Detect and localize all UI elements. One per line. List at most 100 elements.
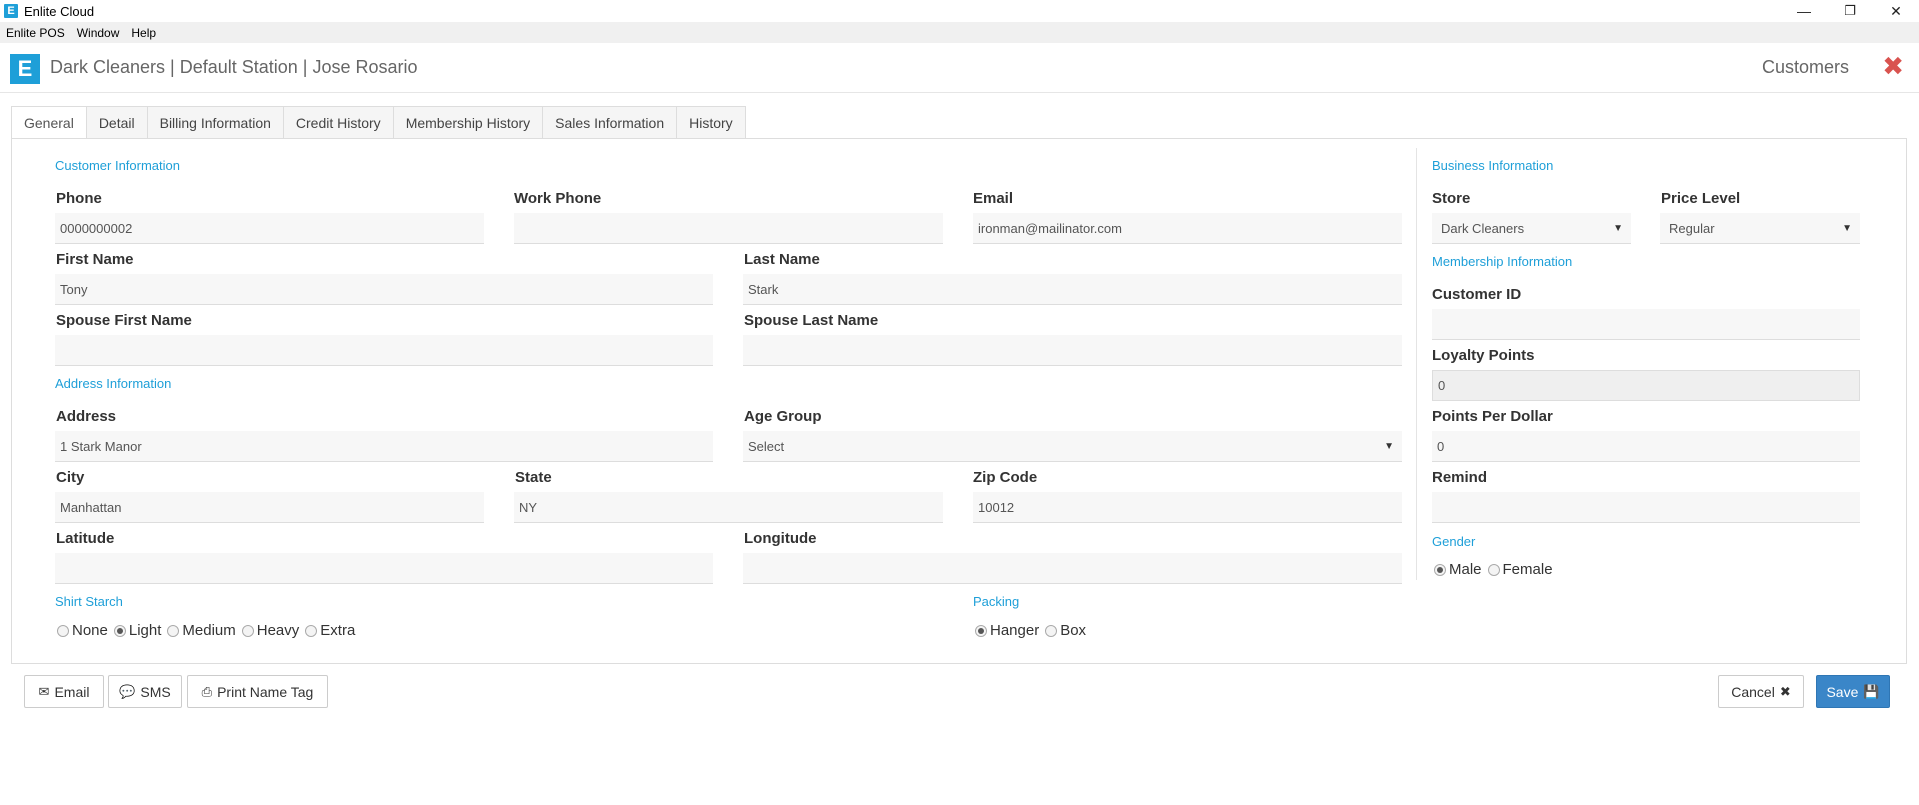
membership-info-heading: Membership Information bbox=[1432, 254, 1573, 269]
menu-bar: Enlite POS Window Help bbox=[0, 22, 1919, 43]
tab-sales-information[interactable]: Sales Information bbox=[542, 106, 677, 139]
radio-label: Male bbox=[1449, 561, 1482, 578]
spouse-last-name-input[interactable] bbox=[743, 335, 1402, 366]
radio-label: Light bbox=[128, 622, 162, 639]
menu-enlite-pos[interactable]: Enlite POS bbox=[0, 26, 71, 40]
latitude-input[interactable] bbox=[55, 553, 713, 584]
spouse-last-name-label: Spouse Last Name bbox=[744, 312, 879, 329]
latitude-label: Latitude bbox=[56, 530, 115, 547]
radio-circle bbox=[1045, 624, 1058, 637]
longitude-input[interactable] bbox=[743, 553, 1402, 584]
sms-button-label: SMS bbox=[140, 683, 171, 700]
starch-heavy-radio[interactable]: Heavy bbox=[241, 622, 300, 639]
starch-light-radio[interactable]: Light bbox=[113, 622, 162, 639]
customer-id-input[interactable] bbox=[1432, 309, 1860, 340]
radio-label: Extra bbox=[320, 622, 356, 639]
print-button-label: Print Name Tag bbox=[217, 683, 314, 700]
zip-code-input[interactable]: 10012 bbox=[973, 492, 1402, 523]
spouse-first-name-input[interactable] bbox=[55, 335, 713, 366]
print-name-tag-button[interactable]: ⎙ Print Name Tag bbox=[187, 675, 328, 708]
last-name-input[interactable]: Stark bbox=[743, 274, 1402, 305]
starch-extra-radio[interactable]: Extra bbox=[305, 622, 355, 639]
starch-medium-radio[interactable]: Medium bbox=[167, 622, 236, 639]
radio-circle bbox=[167, 624, 180, 637]
first-name-input[interactable]: Tony bbox=[55, 274, 713, 305]
price-level-select[interactable]: Regular ▼ bbox=[1660, 213, 1860, 244]
tab-history[interactable]: History bbox=[676, 106, 746, 139]
radio-label: Box bbox=[1060, 622, 1087, 639]
chat-bubble-icon: 💬 bbox=[119, 683, 136, 699]
phone-input[interactable]: 0000000002 bbox=[55, 213, 484, 244]
email-button-label: Email bbox=[54, 683, 90, 700]
minimize-button[interactable]: — bbox=[1781, 0, 1827, 22]
tab-credit-history[interactable]: Credit History bbox=[282, 106, 393, 139]
phone-label: Phone bbox=[56, 190, 102, 207]
restore-button[interactable]: ❐ bbox=[1827, 0, 1873, 22]
email-input[interactable]: ironman@mailinator.com bbox=[973, 213, 1402, 244]
work-phone-input[interactable] bbox=[514, 213, 943, 244]
age-group-value: Select bbox=[748, 438, 785, 454]
radio-circle bbox=[1434, 563, 1446, 576]
packing-box-radio[interactable]: Box bbox=[1045, 622, 1086, 639]
points-per-dollar-input[interactable]: 0 bbox=[1432, 431, 1860, 462]
floppy-disk-icon: 💾 bbox=[1863, 683, 1880, 699]
loyalty-points-input: 0 bbox=[1432, 370, 1860, 401]
dropdown-arrow-icon: ▼ bbox=[1613, 223, 1623, 234]
starch-none-radio[interactable]: None bbox=[57, 622, 108, 639]
spouse-first-name-label: Spouse First Name bbox=[56, 312, 192, 329]
city-input[interactable]: Manhattan bbox=[55, 492, 484, 523]
customer-info-heading: Customer Information bbox=[55, 158, 180, 173]
tab-membership-history[interactable]: Membership History bbox=[392, 106, 543, 139]
radio-circle bbox=[57, 624, 69, 637]
address-input[interactable]: 1 Stark Manor bbox=[55, 431, 713, 462]
remind-input[interactable] bbox=[1432, 492, 1860, 523]
packing-hanger-radio[interactable]: Hanger bbox=[975, 622, 1039, 639]
address-label: Address bbox=[56, 408, 117, 425]
save-button-label: Save bbox=[1826, 683, 1859, 700]
section-title: Customers bbox=[1761, 57, 1849, 77]
tab-billing-information[interactable]: Billing Information bbox=[146, 106, 283, 139]
loyalty-points-label: Loyalty Points bbox=[1432, 347, 1535, 364]
radio-label: Heavy bbox=[256, 622, 300, 639]
radio-circle bbox=[113, 624, 126, 637]
packing-heading: Packing bbox=[973, 594, 1020, 609]
tab-bar: General Detail Billing Information Credi… bbox=[11, 106, 746, 139]
dropdown-arrow-icon: ▼ bbox=[1384, 441, 1394, 452]
window-controls: — ❐ ✕ bbox=[1781, 0, 1919, 22]
store-value: Dark Cleaners bbox=[1441, 220, 1525, 236]
shirt-starch-heading: Shirt Starch bbox=[55, 594, 123, 609]
window-titlebar: E Enlite Cloud — ❐ ✕ bbox=[0, 0, 1919, 22]
city-label: City bbox=[56, 469, 85, 486]
tab-general[interactable]: General bbox=[11, 106, 86, 139]
radio-circle bbox=[975, 624, 987, 637]
longitude-label: Longitude bbox=[744, 530, 817, 547]
close-icon[interactable]: ✖ bbox=[1882, 53, 1904, 79]
window-close-button[interactable]: ✕ bbox=[1873, 0, 1919, 22]
tab-detail[interactable]: Detail bbox=[85, 106, 147, 139]
gender-heading: Gender bbox=[1432, 534, 1476, 549]
first-name-label: First Name bbox=[56, 251, 134, 268]
menu-help[interactable]: Help bbox=[125, 26, 162, 40]
price-level-label: Price Level bbox=[1661, 190, 1741, 207]
store-select[interactable]: Dark Cleaners ▼ bbox=[1432, 213, 1631, 244]
menu-window[interactable]: Window bbox=[71, 26, 126, 40]
zip-code-label: Zip Code bbox=[973, 469, 1038, 486]
email-button[interactable]: ✉ Email bbox=[24, 675, 104, 708]
radio-circle bbox=[305, 624, 318, 637]
radio-label: Medium bbox=[182, 622, 236, 639]
radio-label: Hanger bbox=[990, 622, 1040, 639]
sms-button[interactable]: 💬 SMS bbox=[108, 675, 182, 708]
address-info-heading: Address Information bbox=[55, 376, 172, 391]
state-input[interactable]: NY bbox=[514, 492, 943, 523]
age-group-select[interactable]: Select ▼ bbox=[743, 431, 1402, 462]
gender-female-radio[interactable]: Female bbox=[1487, 561, 1553, 578]
panel-divider bbox=[1416, 148, 1417, 580]
page-title: Dark Cleaners | Default Station | Jose R… bbox=[50, 57, 418, 77]
age-group-label: Age Group bbox=[744, 408, 822, 425]
customer-id-label: Customer ID bbox=[1432, 286, 1522, 303]
cancel-button[interactable]: Cancel ✖ bbox=[1718, 675, 1804, 708]
email-label: Email bbox=[973, 190, 1014, 207]
save-button[interactable]: Save 💾 bbox=[1816, 675, 1890, 708]
dropdown-arrow-icon: ▼ bbox=[1842, 223, 1852, 234]
gender-male-radio[interactable]: Male bbox=[1434, 561, 1482, 578]
